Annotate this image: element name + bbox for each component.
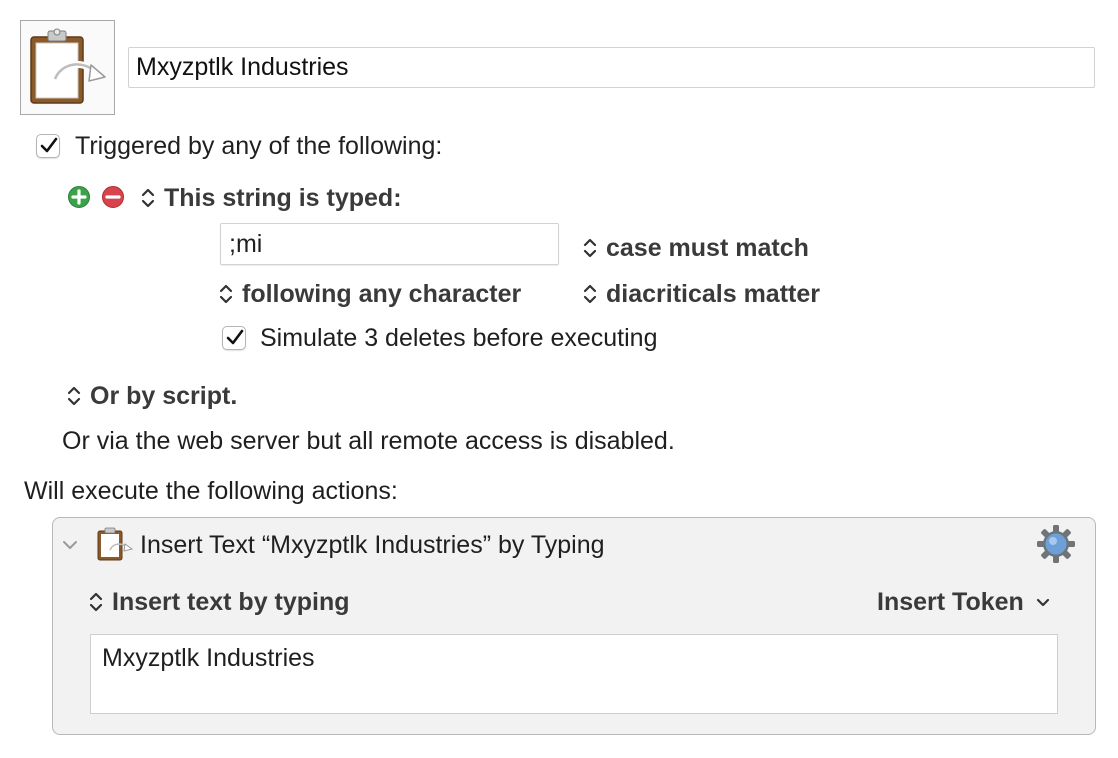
macro-icon-well[interactable] <box>20 20 115 115</box>
minus-icon <box>105 195 121 199</box>
insert-token-menu[interactable]: Insert Token <box>877 588 1051 617</box>
case-option-popup[interactable]: case must match <box>582 234 809 263</box>
gear-icon[interactable] <box>1036 524 1076 564</box>
trigger-type-label: This string is typed: <box>164 184 402 212</box>
clipboard-insert-icon <box>97 527 134 561</box>
insert-mode-label: Insert text by typing <box>112 588 350 616</box>
insert-text-area[interactable]: Mxyzptlk Industries <box>90 634 1058 714</box>
simulate-deletes-checkbox[interactable] <box>222 326 246 350</box>
diacriticals-option-label: diacriticals matter <box>606 280 820 308</box>
web-server-text: Or via the web server but all remote acc… <box>62 427 675 455</box>
up-down-chevron-icon <box>219 284 233 304</box>
disclosure-chevron-icon[interactable] <box>62 538 78 552</box>
insert-mode-popup[interactable]: Insert text by typing <box>88 588 350 617</box>
following-option-label: following any character <box>242 280 522 308</box>
add-trigger-button[interactable] <box>68 186 90 208</box>
trigger-header-label: Triggered by any of the following: <box>75 132 443 160</box>
remove-trigger-button[interactable] <box>102 186 124 208</box>
insert-token-label: Insert Token <box>877 588 1024 616</box>
diacriticals-option-popup[interactable]: diacriticals matter <box>582 280 820 309</box>
chevron-down-icon <box>1036 598 1049 607</box>
script-trigger-popup[interactable]: Or by script. <box>66 382 237 411</box>
up-down-chevron-icon <box>141 188 155 208</box>
trigger-type-popup[interactable]: This string is typed: <box>140 184 402 213</box>
action-title: Insert Text “Mxyzptlk Industries” by Typ… <box>140 531 605 559</box>
up-down-chevron-icon <box>89 592 103 612</box>
macro-name-field[interactable]: Mxyzptlk Industries <box>128 47 1095 88</box>
clipboard-insert-icon <box>30 28 106 104</box>
up-down-chevron-icon <box>67 386 81 406</box>
checkmark-icon <box>226 329 244 345</box>
checkmark-icon <box>40 137 58 153</box>
actions-header-label: Will execute the following actions: <box>24 477 398 505</box>
script-trigger-label: Or by script. <box>90 382 238 410</box>
following-option-popup[interactable]: following any character <box>218 280 521 309</box>
trigger-enabled-checkbox[interactable] <box>36 134 60 158</box>
up-down-chevron-icon <box>583 238 597 258</box>
up-down-chevron-icon <box>583 284 597 304</box>
typed-string-field[interactable]: ;mi <box>220 223 559 265</box>
case-option-label: case must match <box>606 234 809 262</box>
simulate-deletes-label: Simulate 3 deletes before executing <box>260 324 658 352</box>
plus-icon <box>71 189 87 205</box>
